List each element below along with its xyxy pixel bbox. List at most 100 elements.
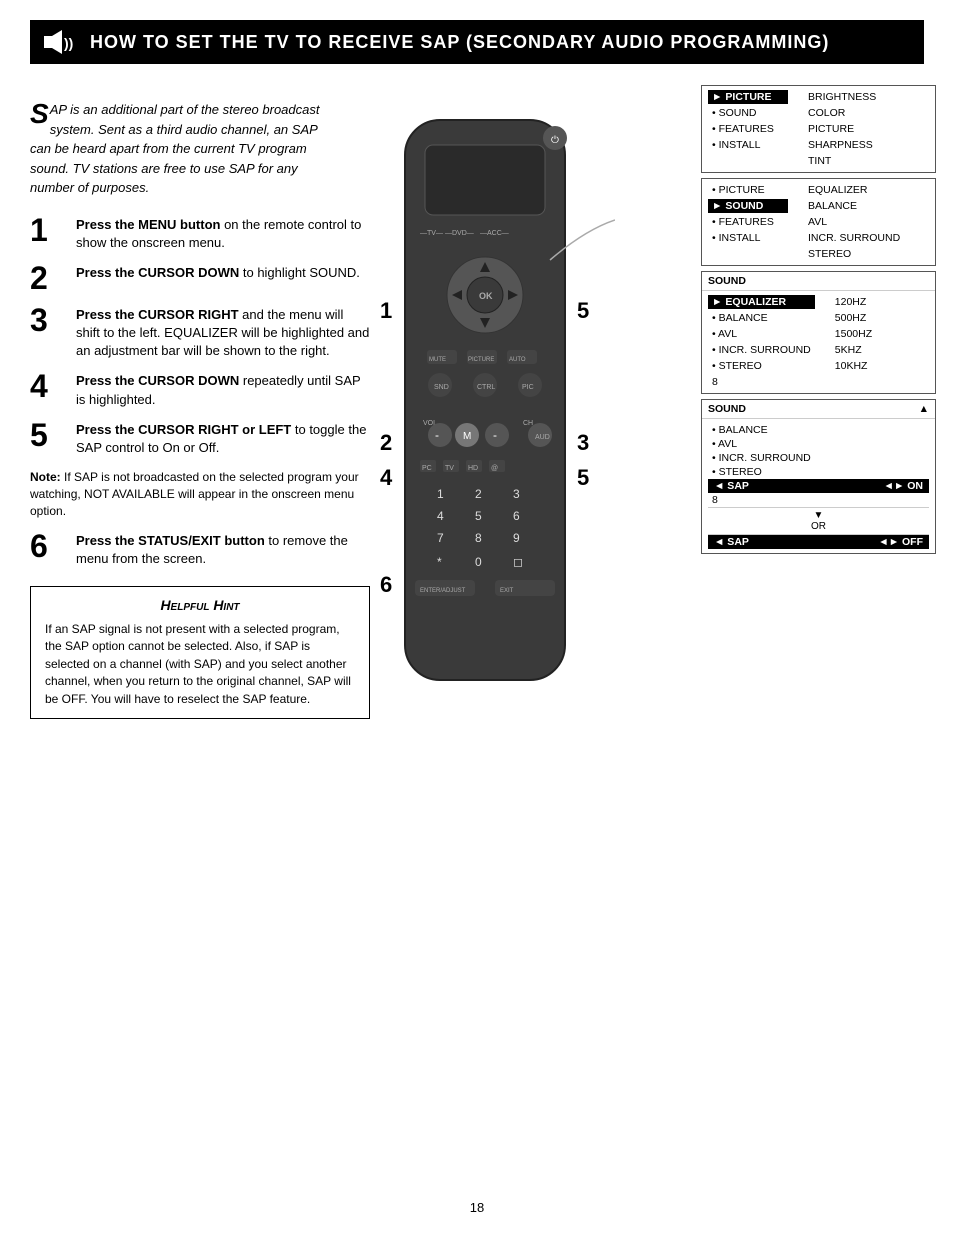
panel4-incr: • INCR. SURROUND bbox=[708, 451, 929, 465]
step-6: 6 Press the STATUS/EXIT button to remove… bbox=[30, 532, 370, 568]
p2r-balance: BALANCE bbox=[804, 199, 904, 213]
intro-text: SAP is an additional part of the stereo … bbox=[30, 100, 340, 198]
p3r-500: 500HZ bbox=[831, 311, 876, 325]
p2r-stereo: STEREO bbox=[804, 247, 904, 261]
svg-text:MUTE: MUTE bbox=[429, 357, 446, 363]
panel4-sap-off: ◄ SAP ◄► OFF bbox=[708, 535, 929, 549]
step-2-text: Press the CURSOR DOWN to highlight SOUND… bbox=[76, 264, 360, 282]
menu-panel-1: ► PICTURE • SOUND • FEATURES • INSTALL B… bbox=[701, 85, 936, 173]
header-bar: )) How to Set the TV to Receive SAP (Sec… bbox=[30, 20, 924, 64]
panel3-equalizer: EQUALIZER bbox=[725, 296, 786, 308]
svg-text:3: 3 bbox=[577, 430, 589, 455]
p3r-1500: 1500HZ bbox=[831, 327, 876, 341]
step-6-text: Press the STATUS/EXIT button to remove t… bbox=[76, 532, 370, 568]
remote-illustration: ⏻ —TV— —DVD— —ACC— OK MUTE PIC bbox=[340, 85, 630, 735]
svg-text:7: 7 bbox=[437, 531, 444, 545]
svg-text:AUD: AUD bbox=[535, 434, 550, 441]
svg-text:PICTURE: PICTURE bbox=[468, 357, 494, 363]
p2r-equalizer: EQUALIZER bbox=[804, 183, 904, 197]
step-3: 3 Press the CURSOR RIGHT and the menu wi… bbox=[30, 306, 370, 361]
p1r-brightness: BRIGHTNESS bbox=[804, 90, 880, 104]
svg-text:2: 2 bbox=[475, 487, 482, 501]
step-5-number: 5 bbox=[30, 419, 68, 451]
svg-text:M: M bbox=[463, 431, 471, 442]
step-6-number: 6 bbox=[30, 530, 68, 562]
step-1: 1 Press the MENU button on the remote co… bbox=[30, 216, 370, 252]
panel3-stereo: • STEREO bbox=[708, 359, 815, 373]
panel1-features: • FEATURES bbox=[708, 122, 788, 136]
p2r-avl: AVL bbox=[804, 215, 904, 229]
svg-text:)): )) bbox=[64, 35, 73, 51]
svg-text:◻: ◻ bbox=[513, 555, 523, 569]
page-number: 18 bbox=[470, 1200, 484, 1215]
panel2-install: • INSTALL bbox=[708, 231, 788, 245]
step-5-text: Press the CURSOR RIGHT or LEFT to toggle… bbox=[76, 421, 370, 457]
svg-text:9: 9 bbox=[513, 531, 520, 545]
page-title: How to Set the TV to Receive SAP (Second… bbox=[90, 32, 829, 53]
p1r-picture: PICTURE bbox=[804, 122, 880, 136]
remote-svg: ⏻ —TV— —DVD— —ACC— OK MUTE PIC bbox=[355, 100, 615, 720]
step-2: 2 Press the CURSOR DOWN to highlight SOU… bbox=[30, 264, 370, 294]
svg-text:TV: TV bbox=[445, 465, 454, 472]
panel3-8: 8 bbox=[708, 375, 815, 389]
svg-text:5: 5 bbox=[577, 298, 589, 323]
svg-text:2: 2 bbox=[380, 430, 392, 455]
svg-text:4: 4 bbox=[380, 465, 393, 490]
p3r-120: 120HZ bbox=[831, 295, 876, 309]
hint-text: If an SAP signal is not present with a s… bbox=[45, 621, 355, 708]
svg-text:@: @ bbox=[491, 465, 498, 472]
panel4-avl: • AVL bbox=[708, 437, 929, 451]
svg-text:6: 6 bbox=[380, 572, 392, 597]
step-3-number: 3 bbox=[30, 304, 68, 336]
left-content: SAP is an additional part of the stereo … bbox=[30, 100, 370, 719]
svg-text:CTRL: CTRL bbox=[477, 384, 495, 391]
panel4-sap-on: ◄ SAP ◄► ON bbox=[708, 479, 929, 493]
svg-text:AUTO: AUTO bbox=[509, 357, 526, 363]
p1r-tint: TINT bbox=[804, 154, 880, 168]
note-text: If SAP is not broadcasted on the selecte… bbox=[30, 470, 359, 518]
menu-panel-3: SOUND ► EQUALIZER • BALANCE • AVL • INCR… bbox=[701, 271, 936, 394]
svg-text:PIC: PIC bbox=[522, 384, 534, 391]
panel1-install: • INSTALL bbox=[708, 138, 788, 152]
svg-text:—DVD—: —DVD— bbox=[445, 230, 474, 237]
page-container: )) How to Set the TV to Receive SAP (Sec… bbox=[0, 0, 954, 1235]
step-1-text: Press the MENU button on the remote cont… bbox=[76, 216, 370, 252]
step-5: 5 Press the CURSOR RIGHT or LEFT to togg… bbox=[30, 421, 370, 457]
panel3-avl: • AVL bbox=[708, 327, 815, 341]
panel3-header: SOUND bbox=[702, 272, 935, 291]
svg-text:—ACC—: —ACC— bbox=[480, 230, 509, 237]
step-4: 4 Press the CURSOR DOWN repeatedly until… bbox=[30, 372, 370, 408]
sound-icon: )) bbox=[44, 28, 80, 56]
step-4-number: 4 bbox=[30, 370, 68, 402]
note: Note: If SAP is not broadcasted on the s… bbox=[30, 469, 370, 519]
svg-text:*: * bbox=[437, 555, 442, 569]
svg-text:3: 3 bbox=[513, 487, 520, 501]
panel4-header: SOUND bbox=[708, 403, 746, 415]
steps-section: 1 Press the MENU button on the remote co… bbox=[30, 216, 370, 719]
svg-text:-: - bbox=[493, 428, 497, 442]
svg-text:-: - bbox=[435, 428, 439, 442]
panel1-picture: PICTURE bbox=[725, 91, 771, 103]
svg-text:SND: SND bbox=[434, 384, 449, 391]
panel2-sound: SOUND bbox=[725, 200, 763, 212]
panel3-balance: • BALANCE bbox=[708, 311, 815, 325]
panel2-features: • FEATURES bbox=[708, 215, 788, 229]
intro-body: AP is an additional part of the stereo b… bbox=[30, 102, 319, 195]
p2r-incr: INCR. SURROUND bbox=[804, 231, 904, 245]
panels-container: ► PICTURE • SOUND • FEATURES • INSTALL B… bbox=[701, 85, 936, 559]
drop-cap: S bbox=[30, 100, 49, 128]
svg-text:OK: OK bbox=[479, 291, 493, 301]
p3r-10k: 10KHZ bbox=[831, 359, 876, 373]
svg-text:1: 1 bbox=[437, 487, 444, 501]
step-4-text: Press the CURSOR DOWN repeatedly until S… bbox=[76, 372, 370, 408]
svg-text:5: 5 bbox=[475, 509, 482, 523]
p1r-color: COLOR bbox=[804, 106, 880, 120]
menu-panel-4: SOUND ▲ • BALANCE • AVL • INCR. SURROUND… bbox=[701, 399, 936, 554]
panel3-incr: • INCR. SURROUND bbox=[708, 343, 815, 357]
hint-title: Helpful Hint bbox=[45, 597, 355, 613]
svg-text:1: 1 bbox=[380, 298, 392, 323]
svg-text:ENTER/ADJUST: ENTER/ADJUST bbox=[420, 588, 466, 594]
svg-text:HD: HD bbox=[468, 465, 478, 472]
p1r-sharpness: SHARPNESS bbox=[804, 138, 880, 152]
svg-text:0: 0 bbox=[475, 555, 482, 569]
